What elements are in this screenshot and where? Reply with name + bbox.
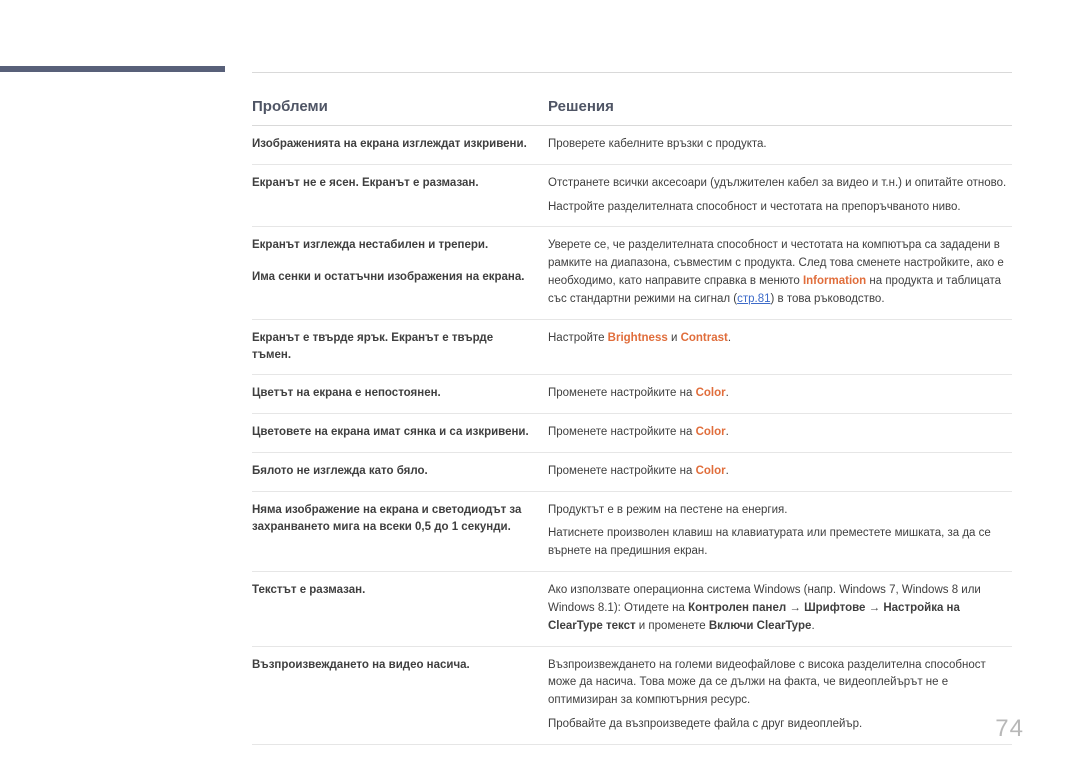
header-problems: Проблеми xyxy=(252,98,548,115)
solution-text-span: . xyxy=(811,620,814,632)
solution-text-span: Променете настройките на xyxy=(548,465,696,477)
solution-text-span: → xyxy=(786,602,804,614)
solution-text-span: Color xyxy=(696,387,726,399)
solution-text-span: . xyxy=(728,332,731,344)
solution-paragraph: Уверете се, че разделителната способност… xyxy=(548,237,1012,308)
solution-text-span: Променете настройките на xyxy=(548,426,696,438)
solution-paragraph: Възпроизвеждането на големи видеофайлове… xyxy=(548,657,1012,710)
table-row: Екранът изглежда нестабилен и трепери. Им… xyxy=(252,227,1012,319)
solution-paragraph: Пробвайте да възпроизведете файла с друг… xyxy=(548,716,1012,734)
solution-text-span: Шрифтове xyxy=(804,602,865,614)
solution-text-span: Brightness xyxy=(608,332,668,344)
solution-paragraph: Променете настройките на Color. xyxy=(548,424,1012,442)
problem-cell: Екранът изглежда нестабилен и трепери. Им… xyxy=(252,237,548,286)
table-row: Текстът е размазан.Ако използвате операц… xyxy=(252,572,1012,646)
solution-cell: Уверете се, че разделителната способност… xyxy=(548,237,1012,308)
solution-cell: Променете настройките на Color. xyxy=(548,385,1012,403)
solution-paragraph: Променете настройките на Color. xyxy=(548,463,1012,481)
problem-cell: Изображенията на екрана изглеждат изкрив… xyxy=(252,136,548,153)
solution-text-span: Color xyxy=(696,465,726,477)
content-area: Проблеми Решения Изображенията на екрана… xyxy=(252,98,1012,745)
solution-cell: Променете настройките на Color. xyxy=(548,424,1012,442)
table-row: Няма изображение на екрана и светодиодът… xyxy=(252,492,1012,572)
table-header: Проблеми Решения xyxy=(252,98,1012,126)
table-row: Изображенията на екрана изглеждат изкрив… xyxy=(252,126,1012,165)
solution-cell: Продуктът е в режим на пестене на енерги… xyxy=(548,502,1012,561)
solution-cell: Отстранете всички аксесоари (удължителен… xyxy=(548,175,1012,217)
solution-text-span: . xyxy=(726,387,729,399)
solution-text-span: Contrast xyxy=(681,332,728,344)
problem-cell: Възпроизвеждането на видео насича. xyxy=(252,657,548,674)
solution-text-span: Information xyxy=(803,275,866,287)
solution-paragraph: Настройте разделителната способност и че… xyxy=(548,199,1012,217)
solution-cell: Проверете кабелните връзки с продукта. xyxy=(548,136,1012,154)
solution-paragraph: Отстранете всички аксесоари (удължителен… xyxy=(548,175,1012,193)
problem-cell: Текстът е размазан. xyxy=(252,582,548,599)
table-row: Екранът е твърде ярък. Екранът е твърде … xyxy=(252,320,1012,376)
top-horizontal-rule xyxy=(252,72,1012,73)
solution-text-span: → xyxy=(865,602,883,614)
header-solutions: Решения xyxy=(548,98,1012,115)
page-root: Проблеми Решения Изображенията на екрана… xyxy=(0,0,1080,763)
accent-bar xyxy=(0,66,225,72)
solution-cell: Променете настройките на Color. xyxy=(548,463,1012,481)
solution-paragraph: Ако използвате операционна система Windo… xyxy=(548,582,1012,635)
page-reference-link[interactable]: стр.81 xyxy=(737,293,770,305)
problem-cell: Екранът е твърде ярък. Екранът е твърде … xyxy=(252,330,548,365)
problem-cell: Няма изображение на екрана и светодиодът… xyxy=(252,502,548,537)
solution-cell: Настройте Brightness и Contrast. xyxy=(548,330,1012,348)
solution-text-span: Контролен панел xyxy=(688,602,786,614)
problem-cell: Бялото не изглежда като бяло. xyxy=(252,463,548,480)
table-row: Екранът не е ясен. Екранът е размазан.От… xyxy=(252,165,1012,228)
solution-cell: Ако използвате операционна система Windo… xyxy=(548,582,1012,635)
solution-text-span: . xyxy=(726,465,729,477)
problem-text: Екранът изглежда нестабилен и трепери. xyxy=(252,237,534,254)
table-row: Цветовете на екрана имат сянка и са изкр… xyxy=(252,414,1012,453)
solution-text-span: и променете xyxy=(636,620,709,632)
problem-cell: Екранът не е ясен. Екранът е размазан. xyxy=(252,175,548,192)
solution-paragraph: Променете настройките на Color. xyxy=(548,385,1012,403)
solution-text-span: Color xyxy=(696,426,726,438)
solution-paragraph: Продуктът е в режим на пестене на енерги… xyxy=(548,502,1012,520)
problem-text: Има сенки и остатъчни изображения на екр… xyxy=(252,269,534,286)
solution-cell: Възпроизвеждането на големи видеофайлове… xyxy=(548,657,1012,734)
table-row: Бялото не изглежда като бяло.Променете н… xyxy=(252,453,1012,492)
problem-cell: Цветът на екрана е непостоянен. xyxy=(252,385,548,402)
solution-paragraph: Натиснете произволен клавиш на клавиатур… xyxy=(548,525,1012,561)
solution-text-span: ) в това ръководство. xyxy=(771,293,885,305)
table-body: Изображенията на екрана изглеждат изкрив… xyxy=(252,126,1012,745)
problem-cell: Цветовете на екрана имат сянка и са изкр… xyxy=(252,424,548,441)
solution-text-span: и xyxy=(668,332,681,344)
solution-text-span: Настройте xyxy=(548,332,608,344)
solution-text-span: . xyxy=(726,426,729,438)
page-number: 74 xyxy=(995,715,1024,743)
solution-text-span: Променете настройките на xyxy=(548,387,696,399)
table-row: Цветът на екрана е непостоянен.Променете… xyxy=(252,375,1012,414)
solution-paragraph: Проверете кабелните връзки с продукта. xyxy=(548,136,1012,154)
solution-paragraph: Настройте Brightness и Contrast. xyxy=(548,330,1012,348)
table-row: Възпроизвеждането на видео насича.Възпро… xyxy=(252,647,1012,745)
solution-text-span: Включи ClearType xyxy=(709,620,812,632)
